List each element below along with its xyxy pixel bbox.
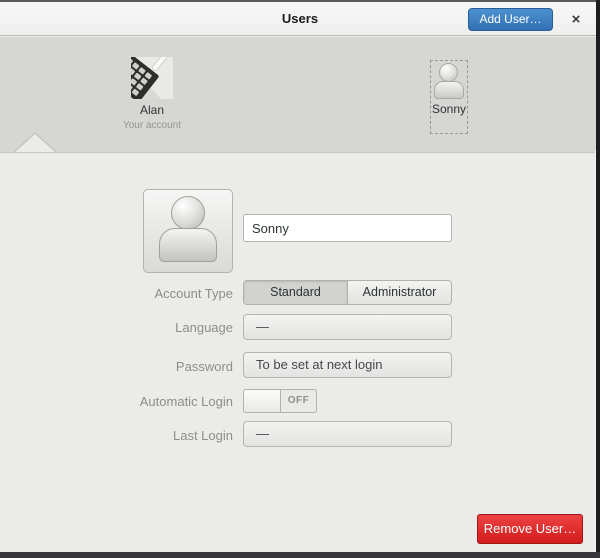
window-border-top — [0, 0, 600, 2]
users-settings-window: Users Add User… × — [0, 0, 600, 558]
language-button[interactable]: — — [243, 314, 452, 340]
password-button[interactable]: To be set at next login — [243, 352, 452, 378]
titlebar: Users Add User… × — [0, 2, 600, 36]
user-tile-alan[interactable]: Alan Your account — [102, 57, 202, 131]
password-label: Password — [63, 359, 233, 374]
carousel-pointer — [15, 134, 55, 152]
person-avatar-icon-large — [158, 196, 218, 266]
window-border-bottom — [0, 552, 600, 558]
automatic-login-switch[interactable]: OFF — [243, 389, 317, 413]
language-label: Language — [63, 320, 233, 335]
alan-photo — [131, 57, 173, 99]
user-carousel: Alan Your account Sonny — [0, 37, 600, 152]
window-border-right — [596, 0, 600, 558]
switch-state-label: OFF — [281, 390, 316, 412]
account-type-segment: Standard Administrator — [243, 280, 452, 305]
user-name-alan: Alan — [102, 103, 202, 117]
user-details-panel: Account Type Standard Administrator Lang… — [0, 152, 600, 552]
user-name-input[interactable] — [243, 214, 452, 242]
last-login-button[interactable]: — — [243, 421, 452, 447]
account-type-administrator-button[interactable]: Administrator — [347, 281, 451, 304]
avatar-head — [171, 196, 205, 230]
account-type-label: Account Type — [63, 286, 233, 301]
add-user-button[interactable]: Add User… — [468, 8, 553, 31]
person-avatar-icon — [434, 63, 464, 101]
remove-user-button[interactable]: Remove User… — [477, 514, 583, 544]
switch-handle[interactable] — [244, 390, 281, 412]
avatar-body — [434, 81, 464, 99]
user-name-sonny: Sonny — [431, 102, 467, 116]
avatar-head — [439, 63, 458, 82]
user-tile-sonny-selected[interactable]: Sonny — [430, 60, 468, 134]
automatic-login-label: Automatic Login — [63, 394, 233, 409]
close-icon[interactable]: × — [564, 8, 588, 31]
last-login-label: Last Login — [63, 428, 233, 443]
user-subtitle-alan: Your account — [102, 120, 202, 131]
keyboard-photo-image — [131, 57, 173, 99]
user-avatar-button[interactable] — [143, 189, 233, 273]
avatar-body — [159, 228, 217, 262]
account-type-standard-button[interactable]: Standard — [244, 281, 347, 304]
